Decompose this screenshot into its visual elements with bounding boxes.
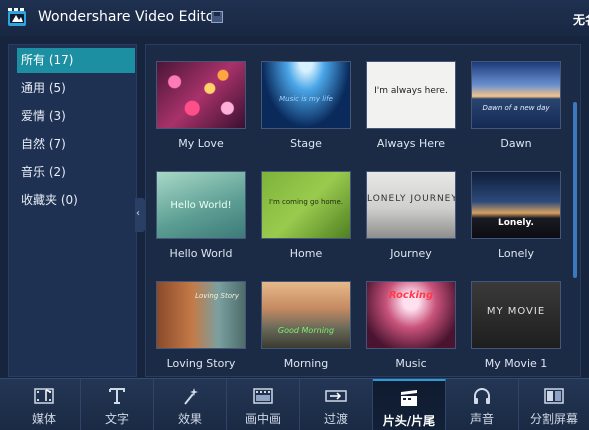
media-icon: [34, 388, 54, 404]
tab-label: 媒体: [31, 412, 56, 426]
template-thumbnail[interactable]: LONELY JOURNEY: [366, 171, 456, 239]
project-name: 无名: [573, 13, 589, 27]
template-name: Lonely: [498, 247, 534, 260]
tab-label: 画中画: [244, 412, 281, 426]
app-logo-icon: [8, 8, 26, 26]
tab-label: 过渡: [323, 412, 348, 426]
template-overlay-text: LONELY JOURNEY: [367, 194, 456, 204]
template-overlay-text: Music is my life: [279, 95, 333, 103]
template-thumbnail[interactable]: [156, 61, 246, 129]
category-music[interactable]: 音乐 (2): [17, 160, 135, 185]
template-name: My Movie 1: [484, 357, 548, 370]
tab-label: 效果: [177, 412, 202, 426]
grid-scrollbar[interactable]: [573, 102, 577, 278]
template-thumbnail[interactable]: Rocking: [366, 281, 456, 349]
template-thumbnail[interactable]: Music is my life: [261, 61, 351, 129]
category-sidebar: 所有 (17) 通用 (5) 爱情 (3) 自然 (7) 音乐 (2) 收藏夹 …: [8, 44, 137, 377]
template-tile[interactable]: Lonely. Lonely: [471, 171, 561, 261]
template-thumbnail[interactable]: I'm coming go home.: [261, 171, 351, 239]
tab-split-screen[interactable]: 分割屏幕: [519, 379, 589, 430]
tab-text[interactable]: 文字: [81, 379, 154, 430]
tab-media[interactable]: 媒体: [8, 379, 81, 430]
template-overlay-text: Lonely.: [498, 218, 534, 228]
main-area: 所有 (17) 通用 (5) 爱情 (3) 自然 (7) 音乐 (2) 收藏夹 …: [0, 36, 589, 378]
template-name: Music: [395, 357, 427, 370]
category-all[interactable]: 所有 (17): [17, 48, 135, 73]
template-name: Home: [289, 247, 323, 260]
template-overlay-text: Hello World!: [170, 200, 232, 211]
text-icon: [109, 388, 125, 404]
tab-audio[interactable]: 声音: [446, 379, 519, 430]
template-overlay-text: Rocking: [388, 290, 434, 301]
title-bar: Wondershare Video Editor 无名: [0, 0, 589, 36]
template-tile[interactable]: LONELY JOURNEY Journey: [366, 171, 456, 261]
template-name: Journey: [390, 247, 432, 260]
tab-intro-credit[interactable]: 片头/片尾: [373, 379, 446, 430]
category-nature[interactable]: 自然 (7): [17, 132, 135, 157]
split-screen-icon: [544, 388, 564, 404]
bottom-toolbar: 媒体 文字 效果 画中画 过渡 片头/片尾 声音 分割屏幕: [0, 378, 589, 430]
save-icon[interactable]: [211, 11, 223, 23]
tab-label: 片头/片尾: [382, 414, 436, 428]
template-tile[interactable]: I'm coming go home. Home: [261, 171, 351, 261]
template-name: Always Here: [376, 137, 446, 150]
template-tile[interactable]: Hello World! Hello World: [156, 171, 246, 261]
category-favorites[interactable]: 收藏夹 (0): [17, 188, 135, 213]
template-tile[interactable]: Rocking Music: [366, 281, 456, 371]
template-thumbnail[interactable]: Good Morning: [261, 281, 351, 349]
template-overlay-text: Loving Story: [195, 292, 239, 300]
template-overlay-text: Good Morning: [277, 326, 335, 335]
template-thumbnail[interactable]: Dawn of a new day: [471, 61, 561, 129]
template-tile[interactable]: Music is my life Stage: [261, 61, 351, 151]
template-name: Hello World: [169, 247, 233, 260]
effects-icon: [184, 388, 198, 405]
template-name: Dawn: [500, 137, 532, 150]
template-tile[interactable]: My Love: [156, 61, 246, 151]
category-love[interactable]: 爱情 (3): [17, 104, 135, 129]
app-title: Wondershare Video Editor: [38, 9, 221, 25]
intro-credit-icon: [401, 390, 417, 406]
template-thumbnail[interactable]: MY MOVIE: [471, 281, 561, 349]
tab-transition[interactable]: 过渡: [300, 379, 373, 430]
category-general[interactable]: 通用 (5): [17, 76, 135, 101]
chevron-left-icon: ‹: [136, 208, 140, 219]
template-thumbnail[interactable]: Hello World!: [156, 171, 246, 239]
template-name: My Love: [178, 137, 224, 150]
template-tile[interactable]: Loving Story Loving Story: [156, 281, 246, 371]
template-overlay-text: Dawn of a new day: [482, 104, 550, 112]
template-tile[interactable]: Dawn of a new day Dawn: [471, 61, 561, 151]
tab-label: 文字: [104, 412, 129, 426]
template-overlay-text: I'm always here.: [374, 86, 448, 96]
tab-picture-in-picture[interactable]: 画中画: [227, 379, 300, 430]
template-name: Stage: [290, 137, 322, 150]
tab-label: 声音: [469, 412, 494, 426]
tab-label: 分割屏幕: [529, 412, 578, 426]
template-tile[interactable]: Good Morning Morning: [261, 281, 351, 371]
template-thumbnail[interactable]: I'm always here.: [366, 61, 456, 129]
template-tile[interactable]: I'm always here. Always Here: [366, 61, 456, 151]
template-overlay-text: MY MOVIE: [486, 306, 546, 317]
template-thumbnail[interactable]: Loving Story: [156, 281, 246, 349]
collapse-sidebar-handle[interactable]: ‹: [135, 198, 145, 232]
template-overlay-text: I'm coming go home.: [268, 198, 344, 206]
template-grid: My Love Music is my life Stage I'm alway…: [145, 44, 581, 377]
template-name: Loving Story: [166, 357, 236, 370]
template-tile[interactable]: MY MOVIE My Movie 1: [471, 281, 561, 371]
tab-effects[interactable]: 效果: [154, 379, 227, 430]
headphones-icon: [474, 388, 490, 404]
transition-icon: [325, 390, 347, 402]
pip-icon: [253, 388, 273, 404]
template-thumbnail[interactable]: Lonely.: [471, 171, 561, 239]
template-name: Morning: [283, 357, 329, 370]
